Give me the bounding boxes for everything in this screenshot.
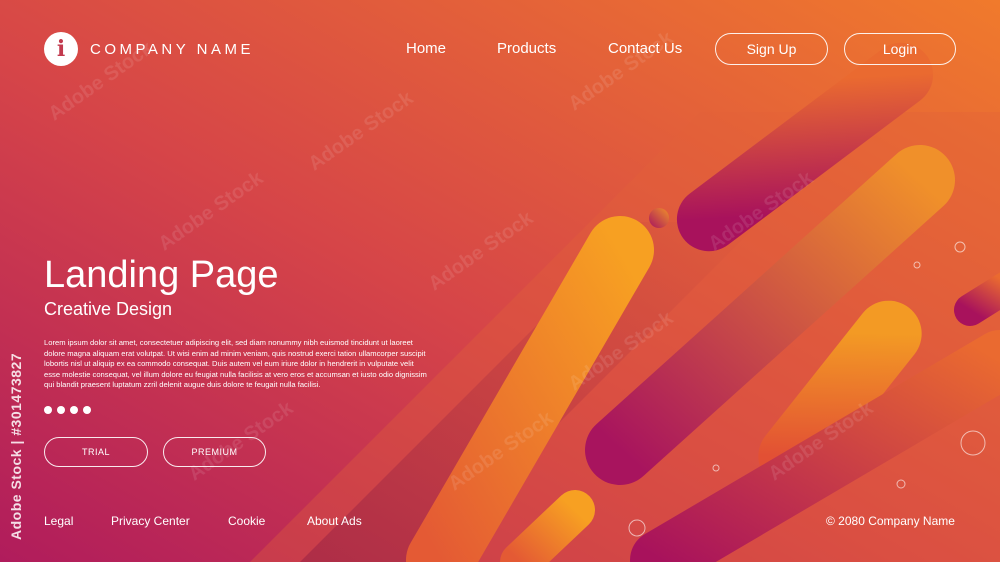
stock-watermark-id: Adobe Stock | #301473827: [8, 352, 24, 540]
premium-button[interactable]: PREMIUM: [163, 437, 266, 467]
hero-subtitle: Creative Design: [44, 299, 173, 319]
carousel-dot[interactable]: [44, 406, 52, 414]
carousel-dot[interactable]: [83, 406, 91, 414]
footer-copyright: © 2080 Company Name: [826, 514, 955, 528]
hero-body-text: Lorem ipsum dolor sit amet, consectetuer…: [44, 338, 427, 390]
company-name: COMPANY NAME: [90, 40, 254, 58]
login-button[interactable]: Login: [844, 33, 956, 65]
footer-cookie[interactable]: Cookie: [228, 514, 265, 528]
info-icon: i: [44, 32, 78, 66]
sign-up-button[interactable]: Sign Up: [715, 33, 828, 65]
carousel-dot[interactable]: [57, 406, 65, 414]
trial-button[interactable]: TRIAL: [44, 437, 148, 467]
footer-about-ads[interactable]: About Ads: [307, 514, 362, 528]
hero-title: Landing Page: [44, 254, 279, 296]
nav-products[interactable]: Products: [497, 40, 556, 57]
brand-logo[interactable]: i COMPANY NAME: [44, 32, 254, 66]
carousel-dots: [44, 406, 91, 414]
nav-home[interactable]: Home: [406, 40, 446, 57]
carousel-dot[interactable]: [70, 406, 78, 414]
footer-privacy-center[interactable]: Privacy Center: [111, 514, 190, 528]
footer-legal[interactable]: Legal: [44, 514, 73, 528]
nav-contact-us[interactable]: Contact Us: [608, 40, 682, 57]
